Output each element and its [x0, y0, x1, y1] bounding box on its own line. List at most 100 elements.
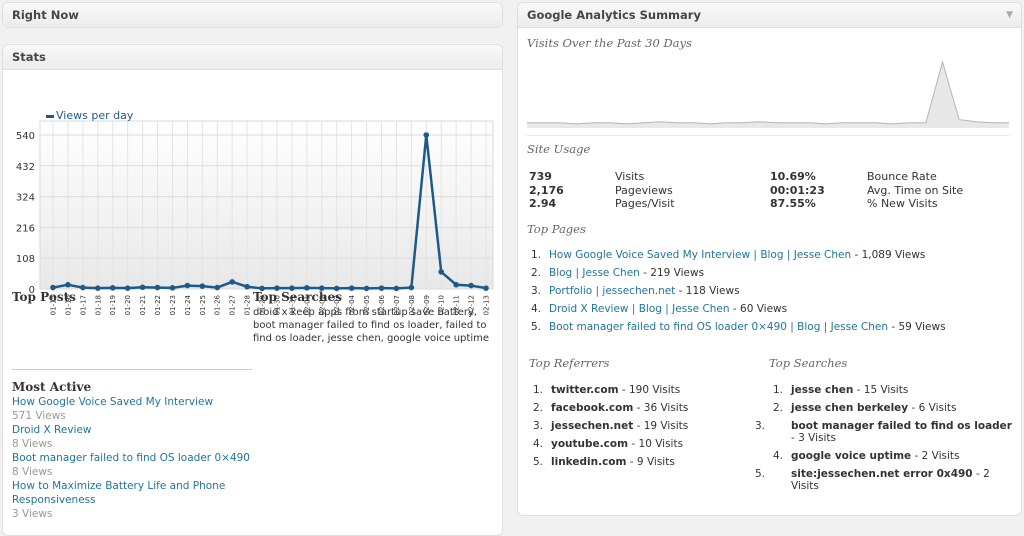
top-page-item: 4. Droid X Review | Blog | Jesse Chen - 6…: [531, 303, 1011, 315]
top-page-views: - 60 Views: [729, 303, 788, 315]
y-tick-label: 432: [16, 162, 35, 173]
search-item: 3. boot manager failed to find os loader …: [755, 420, 1015, 444]
search-item: 2. jesse chen berkeley - 6 Visits: [773, 402, 1015, 414]
search-item: 4. google voice uptime - 2 Visits: [773, 450, 1015, 462]
top-page-item: 5. Boot manager failed to find OS loader …: [531, 321, 1011, 333]
top-page-link[interactable]: How Google Voice Saved My Interview | Bl…: [549, 249, 851, 261]
most-active-views: 8 Views: [12, 466, 53, 478]
search-item: 5. site:jessechen.net error 0x490 - 2 Vis…: [755, 468, 1015, 492]
search-term: google voice uptime: [791, 450, 912, 462]
search-visits: - 6 Visits: [908, 402, 957, 414]
top-page-views: - 118 Views: [675, 285, 740, 297]
y-tick-label: 216: [16, 223, 35, 234]
usage-row: 2.94 Pages/Visit 87.55% % New Visits: [529, 197, 963, 211]
item-number: 1.: [531, 249, 542, 261]
most-active-item: Droid X Review 8 Views: [12, 423, 252, 451]
usage-label: Pageviews: [615, 183, 673, 197]
item-number: 3.: [531, 285, 542, 297]
right-now-title: Right Now: [12, 8, 79, 22]
top-pages-list: 1. How Google Voice Saved My Interview | …: [531, 249, 1011, 339]
most-active-link[interactable]: How to Maximize Battery Life and Phone R…: [12, 479, 232, 507]
most-active-link[interactable]: How Google Voice Saved My Interview: [12, 396, 213, 408]
referrer-visits: - 9 Visits: [626, 456, 675, 468]
top-page-item: 3. Portfolio | jessechen.net - 118 Views: [531, 285, 1011, 297]
item-number: 1.: [773, 384, 784, 396]
referrer-visits: - 190 Visits: [618, 384, 681, 396]
item-number: 5.: [533, 456, 544, 468]
ga-top-searches-title: Top Searches: [769, 356, 848, 370]
section-divider: [12, 369, 252, 370]
referrer-visits: - 36 Visits: [633, 402, 689, 414]
top-page-item: 2. Blog | Jesse Chen - 219 Views: [531, 267, 1011, 279]
data-point: [453, 281, 459, 288]
data-point: [229, 279, 235, 285]
most-active-link[interactable]: Boot manager failed to find OS loader 0×…: [12, 452, 250, 464]
site-usage-title: Site Usage: [527, 142, 591, 156]
search-term: jesse chen: [791, 384, 854, 396]
usage-value: 739: [529, 170, 552, 183]
usage-label: Visits: [615, 170, 645, 183]
ga-header[interactable]: Google Analytics Summary ▼: [518, 3, 1021, 28]
stats-box: Stats 0 108 216 324 432 540 Views per day 01-15…: [2, 44, 503, 536]
top-pages-title: Top Pages: [527, 222, 586, 236]
item-number: 4.: [773, 450, 784, 462]
top-page-item: 1. How Google Voice Saved My Interview | …: [531, 249, 1011, 261]
stats-title: Stats: [12, 50, 46, 64]
item-number: 3.: [533, 420, 544, 432]
usage-row: 2,176 Pageviews 00:01:23 Avg. Time on Si…: [529, 184, 963, 198]
usage-value: 87.55%: [770, 197, 816, 210]
item-number: 4.: [533, 438, 544, 450]
site-usage-table: 739 Visits 10.69% Bounce Rate 2,176 Page…: [529, 170, 963, 211]
usage-value: 00:01:23: [770, 183, 825, 197]
y-tick-label: 324: [16, 193, 35, 204]
ga-top-searches-list: 1. jesse chen - 15 Visits 2. jesse chen be…: [755, 384, 1015, 498]
views-chart: 0108216324432540Views per day01-15 01-16 0…: [16, 109, 494, 315]
top-page-link[interactable]: Boot manager failed to find OS loader 0×…: [549, 321, 888, 333]
top-searches-title: Top Searches: [253, 290, 342, 304]
stats-header[interactable]: Stats: [3, 45, 502, 70]
top-searches-text: droid x keep apps from startup save batt…: [253, 307, 489, 344]
search-item: 1. jesse chen - 15 Visits: [773, 384, 1015, 396]
usage-divider: [527, 135, 1009, 136]
item-number: 3.: [755, 420, 766, 432]
most-active-link[interactable]: Droid X Review: [12, 424, 92, 436]
referrer-item: 5. linkedin.com - 9 Visits: [533, 456, 758, 468]
referrer-name: facebook.com: [551, 402, 634, 414]
search-term: jesse chen berkeley: [791, 402, 909, 414]
top-page-views: - 59 Views: [888, 321, 946, 333]
y-tick-label: 108: [16, 254, 35, 265]
referrer-visits: - 19 Visits: [633, 420, 689, 432]
item-number: 1.: [533, 384, 544, 396]
sparkline-area: [527, 62, 1009, 128]
referrer-name: linkedin.com: [551, 456, 627, 468]
referrer-name: youtube.com: [551, 438, 629, 450]
top-page-views: - 219 Views: [639, 267, 705, 279]
item-number: 5.: [755, 468, 766, 480]
top-posts-title: Top Posts: [12, 290, 76, 304]
top-page-link[interactable]: Droid X Review | Blog | Jesse Chen: [549, 303, 730, 315]
ga-box: Google Analytics Summary ▼ Visits Over t…: [517, 2, 1022, 516]
most-active-list: How Google Voice Saved My Interview 571 …: [12, 395, 252, 521]
collapse-arrow-icon[interactable]: ▼: [1006, 3, 1013, 27]
referrer-item: 4. youtube.com - 10 Visits: [533, 438, 758, 450]
visits-sparkline: [527, 60, 1009, 128]
top-page-link[interactable]: Blog | Jesse Chen: [549, 267, 640, 279]
visits-title: Visits Over the Past 30 Days: [527, 36, 692, 50]
item-number: 4.: [531, 303, 542, 315]
stats-top-searches-section: Top Searches droid x keep apps from star…: [253, 290, 497, 345]
top-page-views: - 1,089 Views: [851, 249, 926, 261]
most-active-views: 8 Views: [12, 438, 53, 450]
usage-value: 2.94: [529, 197, 557, 210]
most-active-item: How to Maximize Battery Life and Phone R…: [12, 479, 252, 521]
data-point: [423, 132, 430, 138]
most-active-views: 3 Views: [12, 508, 53, 520]
referrer-visits: - 10 Visits: [628, 438, 684, 450]
top-referrers-title: Top Referrers: [529, 356, 610, 370]
data-point: [65, 281, 71, 288]
search-visits: - 3 Visits: [791, 432, 836, 444]
top-page-link[interactable]: Portfolio | jessechen.net: [549, 285, 675, 297]
data-point: [244, 283, 250, 290]
right-now-header[interactable]: Right Now: [3, 3, 502, 27]
legend-label: Views per day: [56, 109, 134, 122]
usage-label: Bounce Rate: [867, 170, 937, 183]
